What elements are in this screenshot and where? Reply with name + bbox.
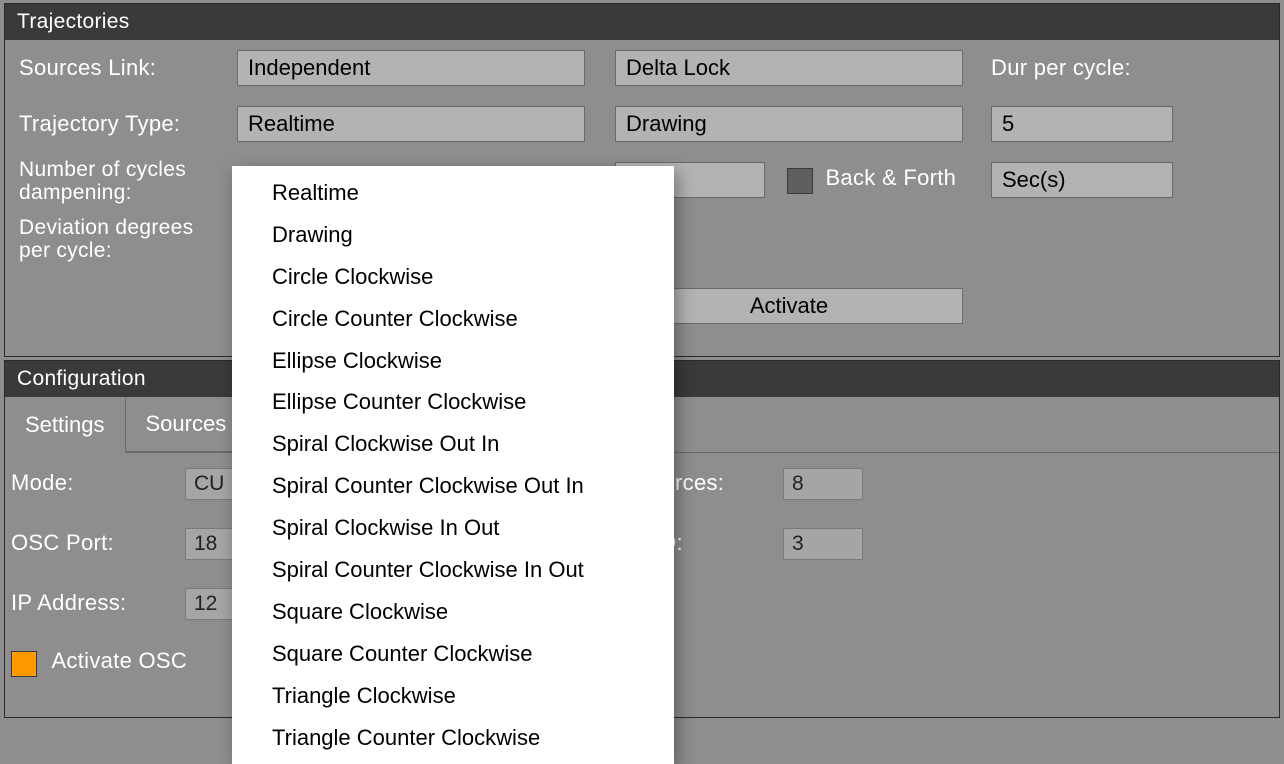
trajectories-panel-title: Trajectories [5,4,1279,40]
trajectory-type-dropdown[interactable]: Realtime Drawing Circle Clockwise Circle… [232,166,674,764]
dropdown-item-circle-ccw[interactable]: Circle Counter Clockwise [232,298,674,340]
trajectory-type-label: Trajectory Type: [19,112,229,135]
dropdown-item-spiral-cw-oi[interactable]: Spiral Clockwise Out In [232,423,674,465]
activate-osc-label: Activate OSC [51,648,187,673]
dropdown-item-ellipse-cw[interactable]: Ellipse Clockwise [232,340,674,382]
num-cycles-label: Number of cycles dampening: [19,158,229,204]
num-cycles-label-l1: Number of cycles [19,158,186,181]
sources-count-input[interactable]: 8 [783,468,863,500]
tab-sources[interactable]: Sources [126,397,248,452]
deviation-label: Deviation degrees per cycle: [19,216,229,262]
trajectory-type-alt-select[interactable]: Drawing [615,106,963,142]
deviation-label-l1: Deviation degrees [19,216,193,239]
osc-port-label: OSC Port: [11,531,114,554]
back-forth-label: Back & Forth [825,165,956,190]
deviation-label-l2: per cycle: [19,239,112,262]
dropdown-item-spiral-cw-io[interactable]: Spiral Clockwise In Out [232,507,674,549]
tab-settings[interactable]: Settings [5,398,126,453]
mode-label: Mode: [11,471,74,494]
dur-per-cycle-input[interactable]: 5 [991,106,1173,142]
delta-lock-select[interactable]: Delta Lock [615,50,963,86]
first-source-id-input[interactable]: 3 [783,528,863,560]
activate-osc-checkbox[interactable] [11,651,37,677]
num-cycles-label-l2: dampening: [19,181,132,204]
dropdown-item-square-ccw[interactable]: Square Counter Clockwise [232,633,674,675]
dropdown-item-circle-cw[interactable]: Circle Clockwise [232,256,674,298]
dropdown-item-triangle-cw[interactable]: Triangle Clockwise [232,675,674,717]
sources-link-select[interactable]: Independent [237,50,585,86]
dropdown-item-drawing[interactable]: Drawing [232,214,674,256]
units-select[interactable]: Sec(s) [991,162,1173,198]
sources-link-label: Sources Link: [19,56,229,79]
dur-per-cycle-label: Dur per cycle: [991,56,1131,79]
dropdown-item-square-cw[interactable]: Square Clockwise [232,591,674,633]
dropdown-item-spiral-ccw-oi[interactable]: Spiral Counter Clockwise Out In [232,465,674,507]
back-forth-checkbox[interactable] [787,168,813,194]
dropdown-item-spiral-ccw-io[interactable]: Spiral Counter Clockwise In Out [232,549,674,591]
dropdown-item-triangle-ccw[interactable]: Triangle Counter Clockwise [232,717,674,759]
dropdown-item-ellipse-ccw[interactable]: Ellipse Counter Clockwise [232,381,674,423]
trajectory-type-select[interactable]: Realtime [237,106,585,142]
ip-address-label: IP Address: [11,591,126,614]
activate-osc-wrap: Activate OSC [11,649,187,677]
back-forth-checkbox-wrap: Back & Forth [787,166,956,194]
dropdown-item-realtime[interactable]: Realtime [232,172,674,214]
